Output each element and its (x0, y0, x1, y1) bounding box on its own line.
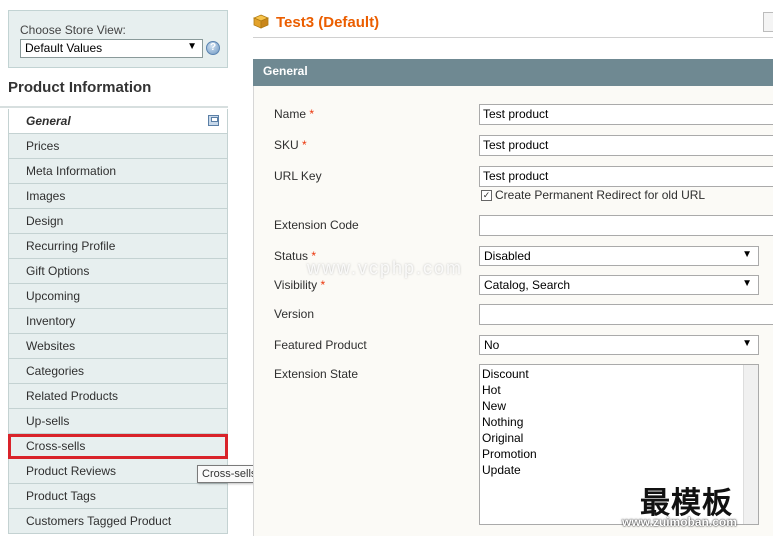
tab-label: Prices (26, 139, 60, 153)
watermark-text: www.vcphp.com (307, 258, 464, 278)
tab-label: Gift Options (26, 264, 90, 278)
store-view-select[interactable]: Default Values ▼ (20, 39, 203, 58)
page-title: Test3 (Default) (276, 14, 380, 31)
tab-label: Design (26, 214, 64, 228)
list-item[interactable]: Hot (482, 382, 756, 398)
url-key-label: URL Key (274, 169, 322, 183)
required-marker: * (320, 278, 326, 292)
tab-label: Upcoming (26, 289, 81, 303)
tab-product-reviews[interactable]: Product Reviews (8, 459, 228, 484)
save-icon (208, 115, 219, 126)
list-item[interactable]: Discount (482, 366, 756, 382)
list-item[interactable]: Update (482, 462, 756, 478)
required-marker: * (309, 107, 315, 121)
tab-cross-sells[interactable]: Cross-sells (8, 434, 228, 459)
label-text: Status (274, 249, 309, 263)
tab-label: Product Tags (26, 489, 96, 503)
tab-up-sells[interactable]: Up-sells (8, 409, 228, 434)
tab-label: Up-sells (26, 414, 70, 428)
status-value: Disabled (484, 249, 531, 263)
tab-product-tags[interactable]: Product Tags (8, 484, 228, 509)
extension-state-label: Extension State (274, 367, 359, 381)
list-item[interactable]: Original (482, 430, 756, 446)
help-icon[interactable]: ? (206, 41, 220, 55)
tab-label: Images (26, 189, 66, 203)
tab-images[interactable]: Images (8, 184, 228, 209)
tab-prices[interactable]: Prices (8, 134, 228, 159)
store-view-selected: Default Values (25, 41, 103, 55)
tab-customers-tagged-product[interactable]: Customers Tagged Product (8, 509, 228, 534)
box-icon (253, 14, 269, 29)
tab-label: Categories (26, 364, 85, 378)
list-item[interactable]: New (482, 398, 756, 414)
tab-label: Customers Tagged Product (26, 514, 172, 528)
featured-product-label: Featured Product (274, 338, 367, 352)
tab-meta-information[interactable]: Meta Information (8, 159, 228, 184)
label-text: Visibility (274, 278, 318, 292)
chevron-down-icon: ▼ (742, 338, 752, 349)
tab-design[interactable]: Design (8, 209, 228, 234)
tab-label: Related Products (26, 389, 119, 403)
url-key-field[interactable]: Test product (479, 166, 773, 187)
redirect-checkbox[interactable]: ✓ (481, 190, 492, 201)
extension-code-label: Extension Code (274, 218, 359, 232)
tab-categories[interactable]: Categories (8, 359, 228, 384)
version-field[interactable] (479, 304, 773, 325)
tab-label: Cross-sells (26, 439, 86, 453)
version-label: Version (274, 307, 315, 321)
list-item[interactable]: Nothing (482, 414, 756, 430)
visibility-value: Catalog, Search (484, 278, 571, 292)
chevron-down-icon: ▼ (742, 278, 752, 289)
tab-recurring-profile[interactable]: Recurring Profile (8, 234, 228, 259)
store-switcher-label: Choose Store View: (20, 23, 126, 37)
section-header: General (253, 59, 773, 86)
tab-general[interactable]: General (8, 109, 228, 134)
name-label: Name * (274, 107, 314, 121)
chevron-down-icon: ▼ (187, 41, 197, 52)
tab-upcoming[interactable]: Upcoming (8, 284, 228, 309)
tab-related-products[interactable]: Related Products (8, 384, 228, 409)
required-marker: * (302, 138, 307, 152)
tab-label: Recurring Profile (26, 239, 116, 253)
tab-websites[interactable]: Websites (8, 334, 228, 359)
list-item[interactable]: Promotion (482, 446, 756, 462)
tab-label: Websites (26, 339, 76, 353)
chevron-down-icon: ▼ (742, 249, 752, 260)
store-switcher: Choose Store View: Default Values ▼ ? (8, 10, 228, 68)
visibility-select[interactable]: Catalog, Search ▼ (479, 275, 759, 295)
label-text: SKU (274, 138, 299, 152)
tab-label: Inventory (26, 314, 76, 328)
visibility-label: Visibility * (274, 278, 325, 292)
tab-label: Product Reviews (26, 464, 117, 478)
name-field[interactable]: Test product (479, 104, 773, 125)
tooltip: Cross-sells (197, 465, 262, 483)
status-select[interactable]: Disabled ▼ (479, 246, 759, 266)
page-header: Test3 (Default) (253, 10, 773, 38)
header-action-button[interactable] (763, 12, 773, 32)
scrollbar[interactable] (743, 365, 758, 524)
product-tabs: General Prices Meta Information Images D… (8, 109, 228, 534)
tab-label: General (26, 114, 71, 128)
watermark-url: www.zuimoban.com (622, 515, 737, 529)
sidebar-title: Product Information (8, 79, 152, 96)
tab-label: Meta Information (26, 164, 117, 178)
featured-product-select[interactable]: No ▼ (479, 335, 759, 355)
redirect-checkbox-label: Create Permanent Redirect for old URL (495, 188, 706, 202)
divider (0, 106, 228, 108)
tab-gift-options[interactable]: Gift Options (8, 259, 228, 284)
extension-code-field[interactable] (479, 215, 773, 236)
label-text: Name (274, 107, 307, 121)
tab-inventory[interactable]: Inventory (8, 309, 228, 334)
sku-field[interactable]: Test product (479, 135, 773, 156)
featured-product-value: No (484, 338, 500, 352)
sku-label: SKU * (274, 138, 307, 152)
